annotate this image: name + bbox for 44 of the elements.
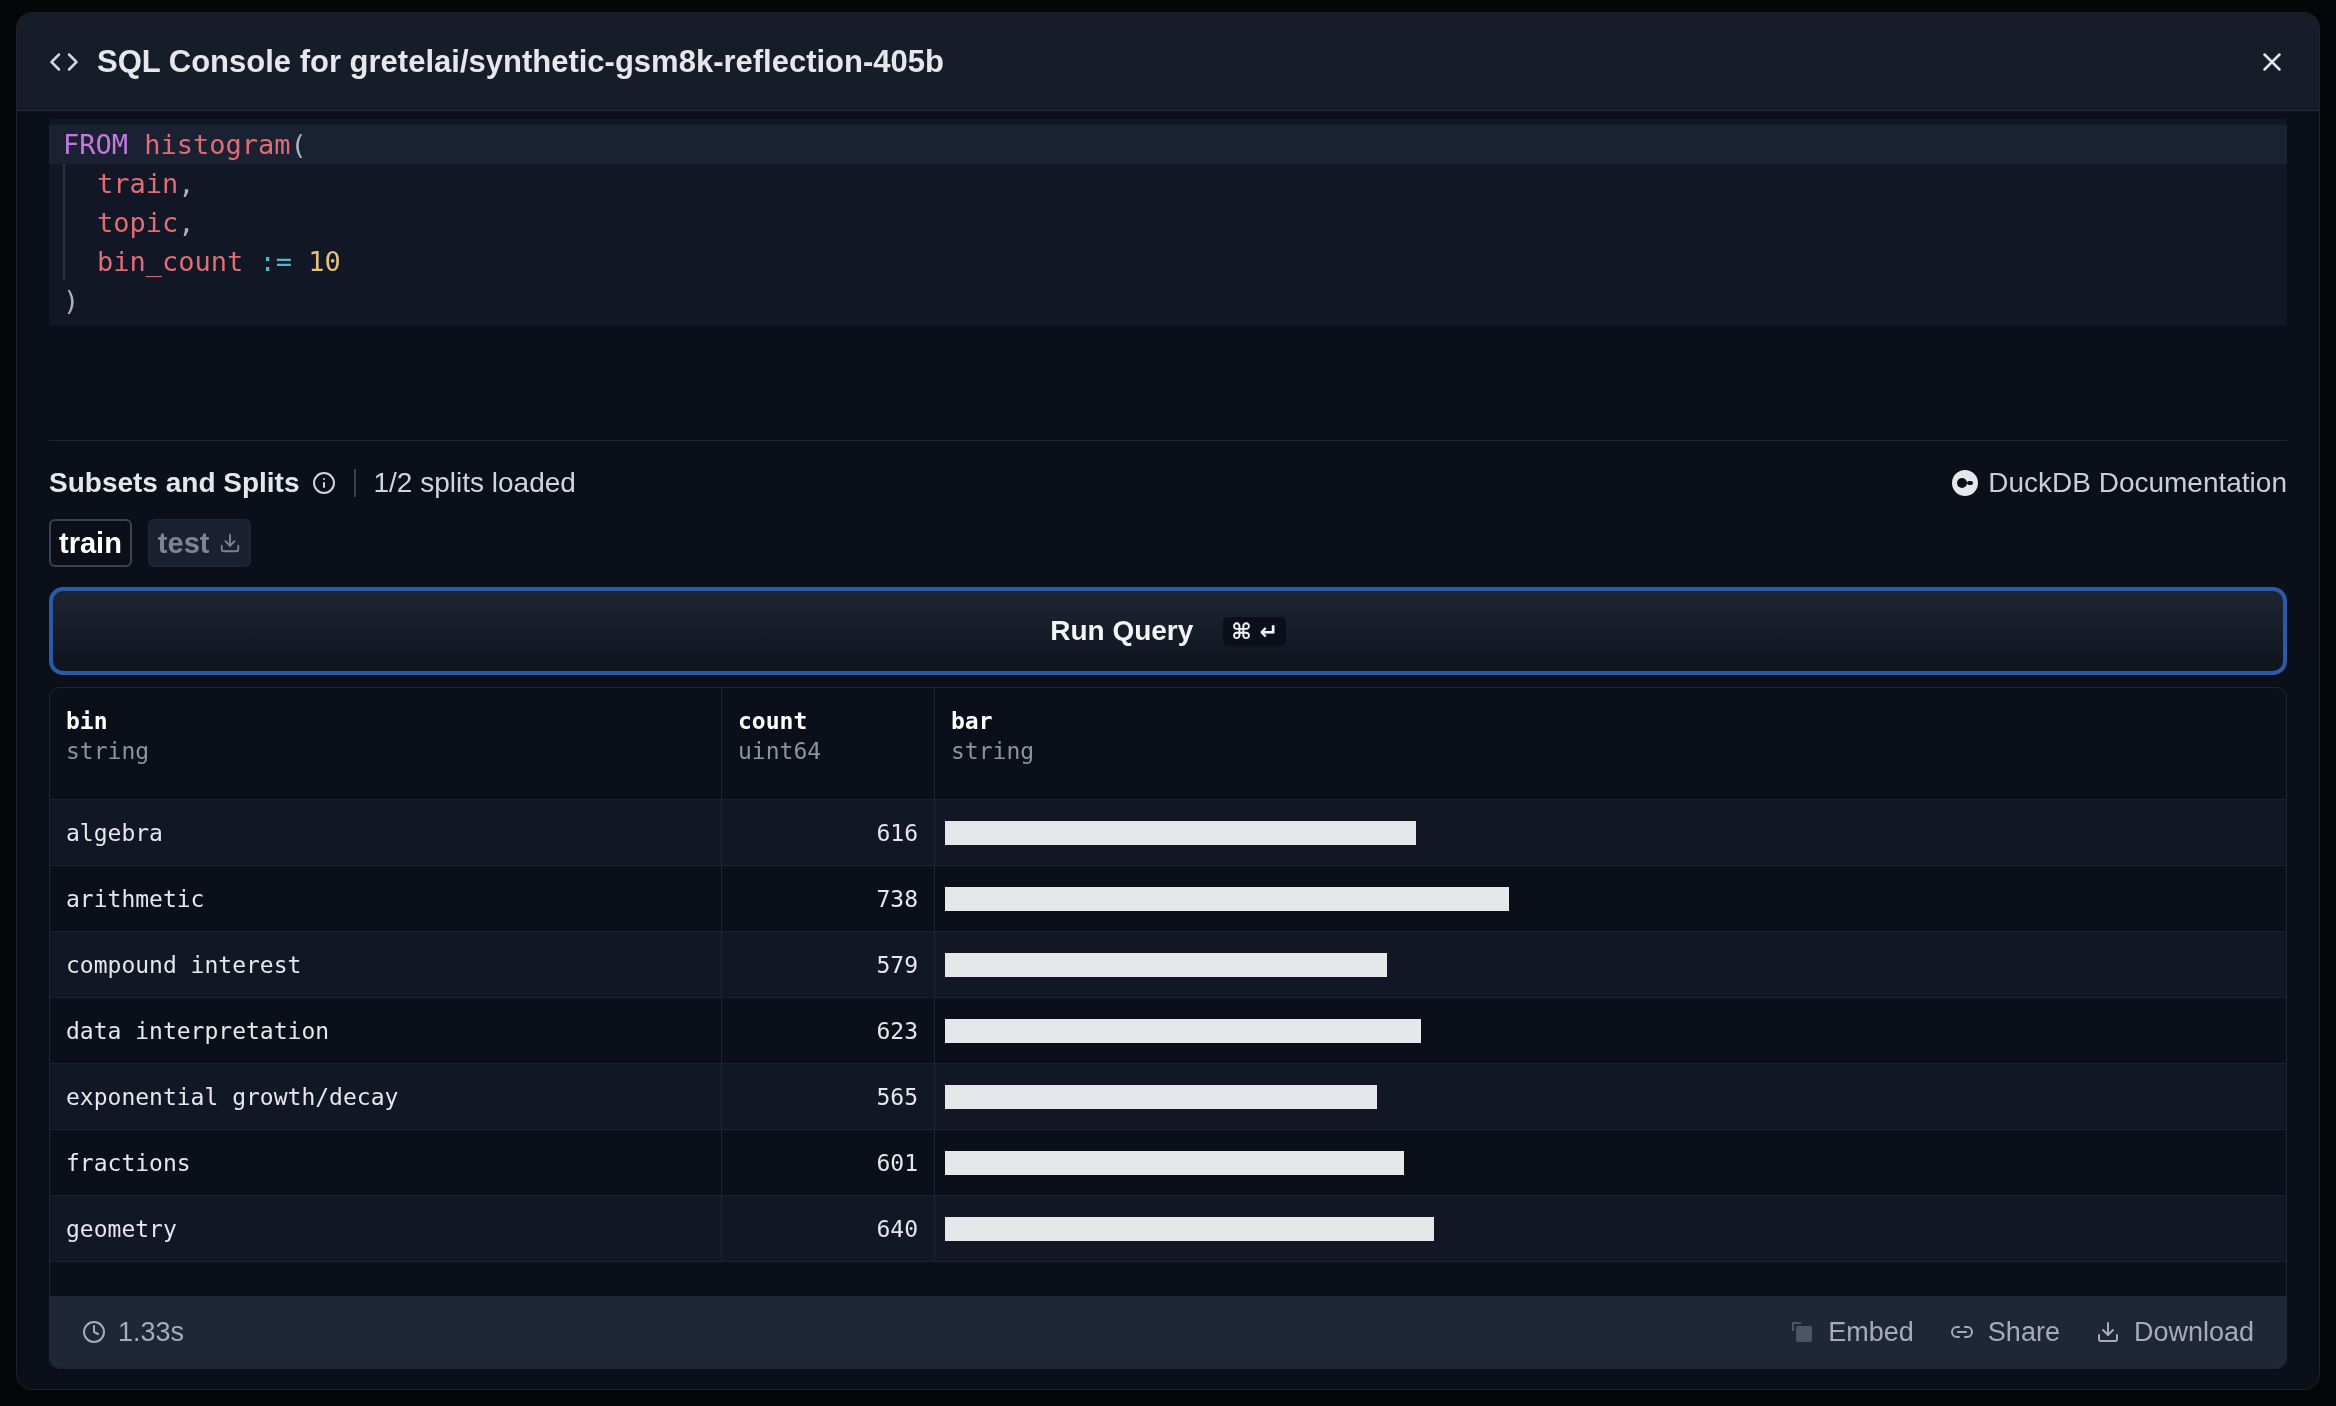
shortcut-hint: ⌘ ↵ bbox=[1223, 616, 1286, 646]
column-type: string bbox=[951, 738, 1036, 764]
clock-icon bbox=[82, 1320, 106, 1344]
footer-action[interactable]: Share bbox=[1949, 1316, 2060, 1348]
table-cell: 623 bbox=[722, 998, 935, 1063]
footer-action[interactable]: Download bbox=[2095, 1316, 2254, 1348]
dialog-title: SQL Console for gretelai/synthetic-gsm8k-reflection-405b bbox=[97, 43, 945, 80]
embed-icon bbox=[1790, 1320, 1815, 1344]
duck-logo-icon bbox=[1952, 470, 1979, 496]
docs-link[interactable]: DuckDB Documentation bbox=[1952, 467, 2287, 499]
column-name: bar bbox=[951, 708, 994, 734]
code-line: ) bbox=[63, 285, 80, 316]
table-cell: exponential growth/decay bbox=[50, 1064, 722, 1129]
table-cell: compound interest bbox=[50, 932, 722, 997]
table-cell: 640 bbox=[722, 1196, 935, 1261]
query-duration: 1.33s bbox=[118, 1316, 185, 1348]
table-cell: 616 bbox=[722, 800, 935, 865]
run-query-button[interactable]: Run Query ⌘ ↵ bbox=[49, 587, 2287, 675]
info-icon[interactable] bbox=[311, 471, 336, 495]
code-line: bin_count := 10 bbox=[97, 246, 341, 277]
footer-action[interactable]: Embed bbox=[1790, 1316, 1914, 1348]
column-type: uint64 bbox=[738, 738, 823, 764]
table-cell: data interpretation bbox=[50, 998, 722, 1063]
code-line: topic, bbox=[97, 207, 195, 238]
code-line: train, bbox=[97, 168, 195, 199]
code-line: FROM histogram( bbox=[63, 129, 307, 160]
splits-status: 1/2 splits loaded bbox=[373, 467, 577, 499]
table-cell: 601 bbox=[722, 1130, 935, 1195]
table-cell: algebra bbox=[50, 800, 722, 865]
table-cell: 738 bbox=[722, 866, 935, 931]
table-cell: arithmetic bbox=[50, 866, 722, 931]
split-tab[interactable]: test bbox=[147, 519, 252, 567]
split-tab[interactable]: train bbox=[49, 519, 132, 567]
download-icon bbox=[2095, 1320, 2120, 1344]
table-cell: 579 bbox=[722, 932, 935, 997]
table-cell: 565 bbox=[722, 1064, 935, 1129]
table-cell: fractions bbox=[50, 1130, 722, 1195]
code-editor[interactable]: FROM histogram( train, topic, bin_count := 10 ) bbox=[49, 119, 2287, 326]
splits-heading: Subsets and Splits bbox=[49, 467, 300, 499]
column-name: count bbox=[738, 708, 809, 734]
table-cell: geometry bbox=[50, 1196, 722, 1261]
column-name: bin bbox=[66, 708, 109, 734]
column-type: string bbox=[66, 738, 151, 764]
download-icon bbox=[219, 532, 242, 554]
